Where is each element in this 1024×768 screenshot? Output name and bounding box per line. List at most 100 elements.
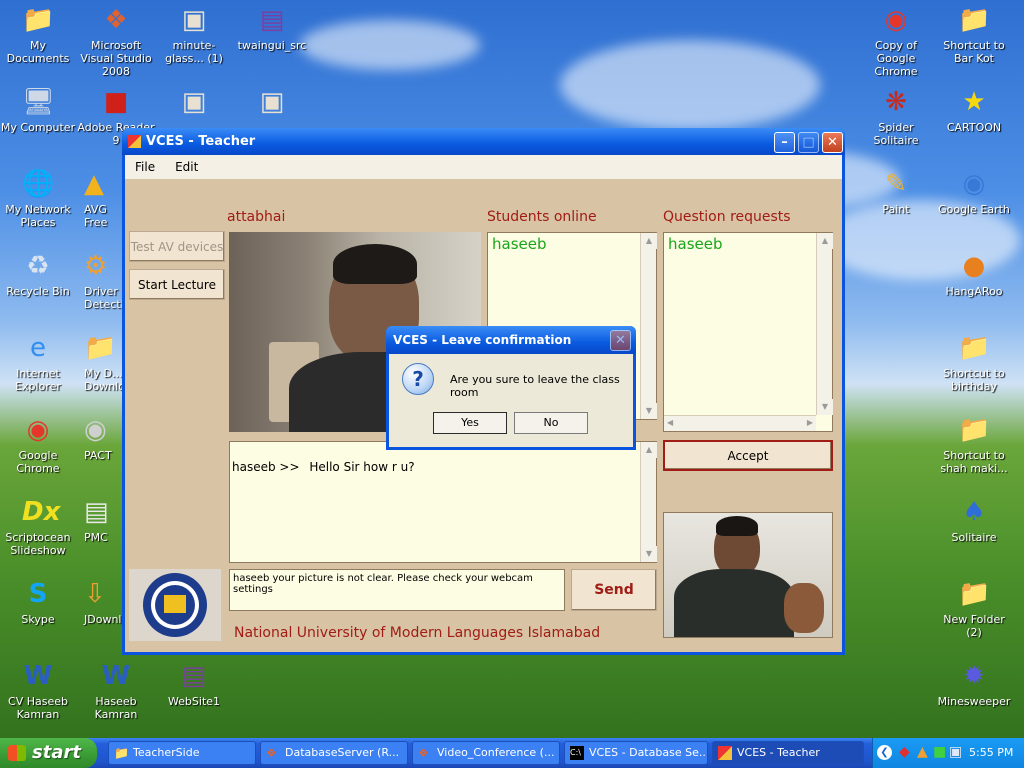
desktop-icon-minesweeper[interactable]: ✹ Minesweeper [934, 660, 1014, 708]
menu-file[interactable]: File [135, 160, 155, 174]
test-av-devices-button[interactable]: Test AV devices [129, 231, 225, 262]
students-scrollbar[interactable]: ▲ ▼ [640, 233, 657, 419]
chat-sender: haseeb >> [232, 460, 300, 474]
questions-scrollbar[interactable]: ▲ ▼ [816, 233, 833, 415]
start-lecture-button[interactable]: Start Lecture [129, 269, 225, 300]
clock[interactable]: 5:55 PM [969, 746, 1013, 759]
scroll-down-icon[interactable]: ▼ [641, 403, 657, 419]
desktop-icon-new-folder[interactable]: 📁 New Folder (2) [934, 578, 1014, 639]
flash-icon: ▣ [259, 87, 285, 117]
monitor-icon[interactable]: ▣ [949, 744, 962, 760]
yes-button[interactable]: Yes [433, 412, 507, 434]
task-video-conference[interactable]: ❖ Video_Conference (... [412, 741, 560, 765]
scroll-right-icon[interactable]: ▶ [807, 418, 813, 427]
chrome-icon: ◉ [26, 415, 50, 445]
scroll-up-icon[interactable]: ▲ [817, 233, 833, 249]
desktop-icon-recycle-bin[interactable]: ♻ Recycle Bin [0, 250, 78, 298]
window-titlebar[interactable]: VCES - Teacher – □ ✕ [122, 128, 845, 155]
chat-history[interactable]: haseeb >> Hello Sir how r u? ▲ ▼ [229, 441, 657, 563]
student-item[interactable]: haseeb [488, 233, 656, 255]
menu-edit[interactable]: Edit [175, 160, 198, 174]
desktop-icon-my-computer[interactable]: 🖥 My Computer [0, 86, 78, 134]
desktop-icon-avg[interactable]: ▲ AVG Free [76, 168, 124, 229]
minimize-button[interactable]: – [774, 132, 795, 153]
ie-icon: e [30, 333, 46, 363]
tray-expand-icon[interactable]: ❮ [877, 745, 892, 760]
desktop-icon-hangaroo[interactable]: ● HangARoo [934, 250, 1014, 298]
system-tray: ❮ ◆ ▲ ■ ▣ 5:55 PM [872, 738, 1024, 768]
desktop-icon-haseeb-kamran[interactable]: W Haseeb Kamran [76, 660, 156, 721]
desktop-icon-pact[interactable]: ◉ PACT [76, 414, 124, 462]
desktop-icon-jobs[interactable]: ▣ [232, 86, 312, 121]
desktop-icon-visual-studio[interactable]: ❖ Microsoft Visual Studio 2008 [76, 4, 156, 78]
accept-button[interactable]: Accept [663, 440, 833, 471]
desktop-icon-website1[interactable]: ▤ WebSite1 [154, 660, 234, 708]
desktop-icon-ie[interactable]: e Internet Explorer [0, 332, 78, 393]
folder-icon: 📁 [84, 333, 117, 363]
mine-icon: ✹ [963, 661, 985, 691]
dialog-titlebar[interactable]: VCES - Leave confirmation ✕ [386, 326, 636, 354]
chat-line: haseeb >> Hello Sir how r u? [232, 460, 415, 474]
desktop-icon-spider-solitaire[interactable]: ❋ Spider Solitaire [856, 86, 936, 147]
desktop-icon-cartoon[interactable]: ★ CARTOON [934, 86, 1014, 134]
scroll-down-icon[interactable]: ▼ [641, 546, 657, 562]
desktop-icon-pmc[interactable]: ▤ PMC [76, 496, 124, 544]
close-button[interactable]: ✕ [822, 132, 843, 153]
star-icon: ★ [962, 87, 986, 117]
recycle-icon: ♻ [26, 251, 50, 281]
desktop-icon-jdownloader[interactable]: ⇩JDownlo... [76, 578, 124, 626]
word-icon: W [101, 661, 131, 691]
desktop-icon-scriptocean[interactable]: Dx Scriptocean Slideshow [0, 496, 78, 557]
question-requests-list[interactable]: haseeb ▲ ▼ ◀ ▶ [663, 232, 833, 432]
send-button[interactable]: Send [571, 569, 657, 611]
university-name: National University of Modern Languages … [234, 625, 601, 641]
question-item[interactable]: haseeb [664, 233, 832, 255]
word-icon: W [23, 661, 53, 691]
desktop-icon-minute-glass[interactable]: ▣ minute-glass... (1) [154, 4, 234, 65]
desktop-icon-chrome[interactable]: ◉ Google Chrome [0, 414, 78, 475]
desktop-icon-fashion[interactable]: ▣ [154, 86, 234, 121]
desktop-icon-shah-maki[interactable]: 📁 Shortcut to shah maki... [934, 414, 1014, 475]
shield-icon[interactable]: ◆ [899, 744, 910, 760]
desktop-icon-driver[interactable]: ⚙Driver Detective [76, 250, 124, 311]
start-button[interactable]: start [0, 738, 97, 768]
winrar-icon: ▤ [259, 5, 285, 35]
no-button[interactable]: No [514, 412, 588, 434]
folder-icon: 📁 [958, 5, 991, 35]
desktop-icon-birthday[interactable]: 📁 Shortcut to birthday [934, 332, 1014, 393]
kangaroo-icon: ● [962, 251, 986, 281]
driver-icon: ⚙ [84, 251, 108, 281]
task-databaseserver[interactable]: ❖ DatabaseServer (R... [260, 741, 408, 765]
scroll-up-icon[interactable]: ▲ [641, 442, 657, 458]
task-teacherside[interactable]: 📁 TeacherSide [108, 741, 256, 765]
desktop-icon-my-documents[interactable]: 📁 My Documents [0, 4, 78, 65]
vs-icon: ❖ [104, 5, 128, 35]
folder-icon: 📁 [958, 415, 991, 445]
dialog-close-button[interactable]: ✕ [610, 330, 631, 351]
desktop-icon-solitaire[interactable]: ♠ Solitaire [934, 496, 1014, 544]
network-icon[interactable]: ■ [933, 744, 946, 760]
desktop-icon-copy-chrome[interactable]: ◉ Copy of Google Chrome [856, 4, 936, 78]
questions-hscrollbar[interactable]: ◀ ▶ [664, 415, 816, 431]
desktop-icon-downloads[interactable]: 📁My D... Downlo... [76, 332, 124, 393]
chat-scrollbar[interactable]: ▲ ▼ [640, 442, 657, 562]
desktop-icon-twaingui[interactable]: ▤ twaingui_src [232, 4, 312, 52]
desktop-icon-bar-kot[interactable]: 📁 Shortcut to Bar Kot [934, 4, 1014, 65]
task-vces-teacher[interactable]: VCES - Teacher [712, 741, 864, 765]
maximize-button[interactable]: □ [798, 132, 819, 153]
scroll-down-icon[interactable]: ▼ [817, 399, 833, 415]
desktop-icon-paint[interactable]: ✎ Paint [856, 168, 936, 216]
desktop-icon-skype[interactable]: S Skype [0, 578, 78, 626]
message-input[interactable]: haseeb your picture is not clear. Please… [229, 569, 565, 611]
scroll-up-icon[interactable]: ▲ [641, 233, 657, 249]
desktop-icon-network[interactable]: 🌐 My Network Places [0, 168, 78, 229]
antivirus-icon[interactable]: ▲ [917, 744, 928, 760]
flash-icon: ▣ [181, 5, 207, 35]
task-vces-database[interactable]: C:\ VCES - Database Se... [564, 741, 708, 765]
chat-message: Hello Sir how r u? [309, 460, 415, 474]
scroll-left-icon[interactable]: ◀ [667, 418, 673, 427]
desktop-icon-cv[interactable]: W CV Haseeb Kamran [0, 660, 78, 721]
start-label: start [32, 742, 81, 763]
vs-icon: ❖ [418, 746, 429, 760]
desktop-icon-google-earth[interactable]: ◉ Google Earth [934, 168, 1014, 216]
